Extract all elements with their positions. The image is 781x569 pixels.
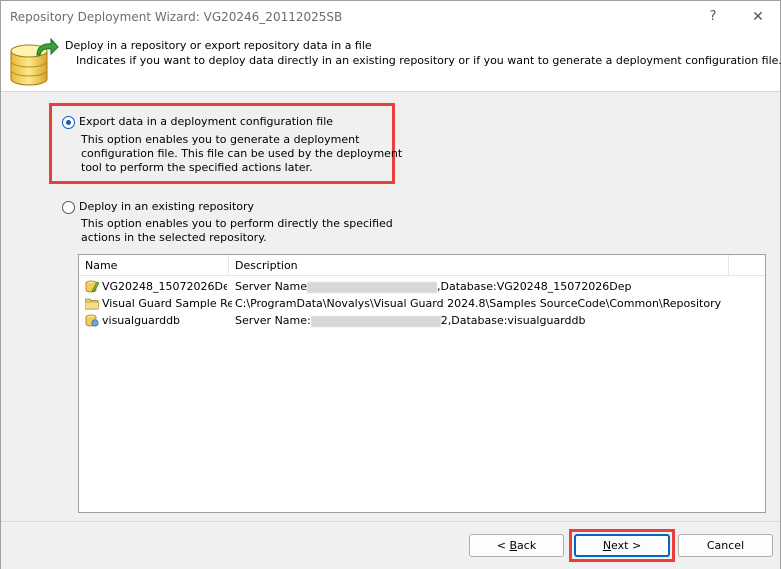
option-export-file[interactable]: Export data in a deployment configuratio… (61, 114, 402, 178)
desc-line: This option enables you to perform direc… (81, 217, 393, 230)
column-header-description[interactable]: Description (229, 255, 729, 276)
database-icon (10, 37, 59, 86)
redacted-block (310, 315, 441, 327)
next-mnemonic: N (602, 539, 612, 552)
close-button[interactable]: ✕ (736, 1, 780, 33)
help-button[interactable]: ? (691, 1, 735, 33)
back-mnemonic: B (509, 539, 518, 552)
repository-list[interactable]: Name Description VG20248_15072026Dep Ser… (78, 254, 766, 513)
desc-line: actions in the selected repository. (81, 231, 267, 244)
row-name: VG20248_15072026Dep (102, 280, 227, 293)
title-bar: Repository Deployment Wizard: VG20246_20… (1, 1, 780, 33)
cancel-button[interactable]: Cancel (678, 534, 773, 557)
desc-suffix: 2,Database:visualguarddb (440, 314, 586, 327)
option-deploy-description: This option enables you to perform direc… (81, 217, 393, 245)
desc-line: This option enables you to generate a de… (81, 133, 360, 146)
column-header-name[interactable]: Name (79, 255, 229, 276)
row-name: visualguarddb (102, 314, 181, 327)
list-item[interactable]: Visual Guard Sample Re... C:\ProgramData… (79, 295, 765, 312)
next-button[interactable]: Next > (574, 534, 670, 557)
desc-line: tool to perform the specified actions la… (81, 161, 313, 174)
desc-prefix: Server Name (235, 280, 308, 293)
window-title: Repository Deployment Wizard: VG20246_20… (10, 10, 343, 24)
radio-deploy-existing[interactable] (62, 201, 75, 214)
desc-line: configuration file. This file can be use… (81, 147, 403, 160)
back-rest: ack (517, 539, 537, 552)
desc-prefix: Server Name: (235, 314, 311, 327)
row-description: Server Name: 2,Database:visualguarddb (235, 312, 755, 329)
desc-suffix: ,Database:VG20248_15072026Dep (437, 280, 632, 293)
header-title: Deploy in a repository or export reposit… (65, 39, 372, 52)
back-button[interactable]: < Back (469, 534, 564, 557)
back-prefix: < (496, 539, 510, 552)
wizard-header: Deploy in a repository or export reposit… (1, 33, 781, 92)
list-item[interactable]: visualguarddb Server Name: 2,Database:vis… (79, 312, 765, 329)
option-export-description: This option enables you to generate a de… (81, 133, 402, 175)
wizard-footer: < Back Next > Cancel (1, 521, 780, 569)
database-network-icon (85, 314, 99, 327)
option-deploy-label[interactable]: Deploy in an existing repository (79, 200, 254, 213)
list-item[interactable]: VG20248_15072026Dep Server Name ,Database… (79, 278, 765, 295)
wizard-window: Repository Deployment Wizard: VG20246_20… (0, 0, 781, 569)
redacted-block (307, 281, 438, 293)
option-export-label[interactable]: Export data in a deployment configuratio… (79, 115, 333, 128)
row-description: C:\ProgramData\Novalys\Visual Guard 2024… (235, 295, 760, 312)
database-edit-icon (85, 280, 99, 293)
next-rest: ext > (611, 539, 642, 552)
header-subtitle: Indicates if you want to deploy data dir… (76, 54, 781, 67)
desc-prefix: C:\ProgramData\Novalys\Visual Guard 2024… (235, 297, 722, 310)
option-deploy-existing[interactable]: Deploy in an existing repository This op… (61, 199, 393, 247)
row-description: Server Name ,Database:VG20248_15072026Dep (235, 278, 755, 295)
folder-icon (85, 298, 99, 310)
radio-export-file[interactable] (62, 116, 75, 129)
list-header: Name Description (79, 255, 765, 276)
row-name: Visual Guard Sample Re... (102, 297, 232, 310)
